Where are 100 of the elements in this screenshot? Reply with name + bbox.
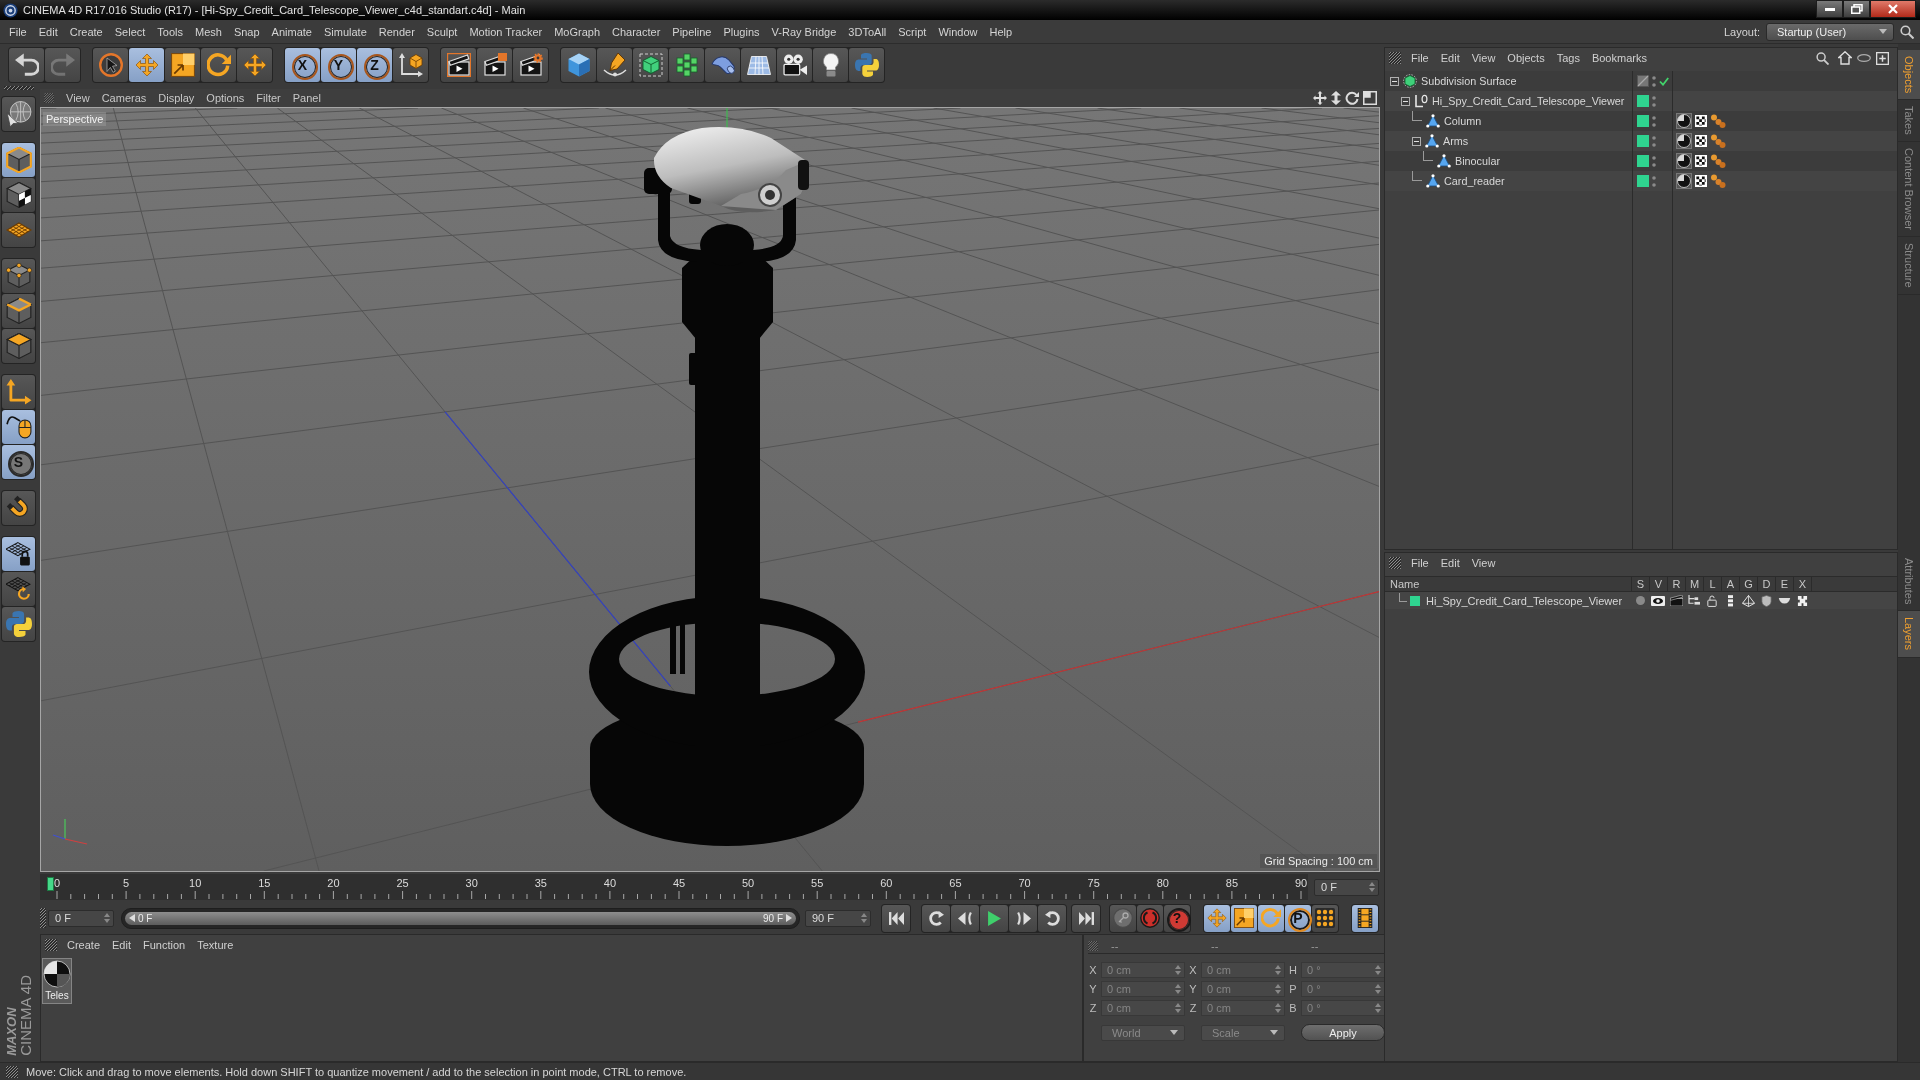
step-back-icon[interactable] xyxy=(957,911,973,925)
side-tab[interactable]: Layers xyxy=(1898,611,1920,658)
menu-item[interactable]: Plugins xyxy=(717,22,766,41)
material-sphere-icon[interactable] xyxy=(1676,113,1692,129)
timeline-ruler[interactable]: 0 5 10 15 20 25 30 35 40 45 50 55 60 65 70 75 80 85 90 xyxy=(40,874,1308,900)
menu-item[interactable]: Character xyxy=(606,22,667,41)
axis-button[interactable]: X xyxy=(285,48,320,82)
hierarchy-icon[interactable] xyxy=(1687,595,1701,606)
spinner-icon[interactable] xyxy=(1275,1003,1281,1013)
grip-icon[interactable] xyxy=(1088,940,1098,951)
spinner-icon[interactable] xyxy=(1175,1003,1181,1013)
transport-button[interactable] xyxy=(951,904,979,932)
visibility-dots-icon[interactable] xyxy=(1652,135,1656,147)
tree-row[interactable]: Column xyxy=(1385,111,1897,131)
menu-item[interactable]: Edit xyxy=(32,22,64,41)
padlock-icon[interactable] xyxy=(1707,594,1717,607)
oval-icon[interactable] xyxy=(1857,54,1871,62)
dot-icon[interactable] xyxy=(1635,596,1645,605)
step-forward-icon[interactable] xyxy=(1015,911,1031,925)
menu-item[interactable]: View xyxy=(1465,557,1502,569)
menu-item[interactable]: Sculpt xyxy=(420,22,464,41)
playhead-marker[interactable] xyxy=(47,877,54,891)
menu-item[interactable]: Edit xyxy=(1434,52,1466,64)
menu-item[interactable]: Help xyxy=(983,22,1019,41)
next-key-icon[interactable] xyxy=(1044,910,1060,926)
h-shape-icon[interactable] xyxy=(1796,594,1808,607)
tree-row[interactable]: Arms xyxy=(1385,131,1897,151)
column-header[interactable]: Name xyxy=(1385,578,1631,590)
menu-item[interactable]: File xyxy=(1405,557,1435,569)
menu-item[interactable]: Function xyxy=(137,939,192,951)
spinner-icon[interactable] xyxy=(1375,984,1381,994)
menu-item[interactable]: Create xyxy=(61,939,107,951)
column-header[interactable]: X xyxy=(1793,577,1811,591)
spheres-icon[interactable] xyxy=(1710,154,1726,168)
menu-item[interactable]: View xyxy=(60,92,96,104)
checker-icon[interactable] xyxy=(1695,175,1707,187)
menu-item[interactable]: Objects xyxy=(1501,52,1551,64)
column-header[interactable]: L xyxy=(1703,577,1721,591)
transport-button[interactable] xyxy=(1038,904,1066,932)
maximize-button[interactable] xyxy=(1843,0,1870,18)
menu-item[interactable]: Tools xyxy=(151,22,189,41)
menu-item[interactable]: Pipeline xyxy=(666,22,718,41)
spinner-icon[interactable] xyxy=(1275,984,1281,994)
grip-icon[interactable] xyxy=(1389,52,1401,64)
spinner-icon[interactable] xyxy=(861,913,867,923)
material-sphere-icon[interactable] xyxy=(1676,153,1692,169)
minimize-button[interactable] xyxy=(1816,0,1843,18)
play-icon[interactable] xyxy=(987,910,1001,926)
layer-color-icon[interactable] xyxy=(1637,95,1649,107)
menu-item[interactable]: Window xyxy=(932,22,984,41)
transport-button[interactable] xyxy=(882,904,910,932)
collapse-icon[interactable] xyxy=(1390,76,1399,86)
menu-item[interactable]: Filter xyxy=(250,92,287,104)
eye-icon[interactable] xyxy=(1651,595,1665,606)
pan-arrows-icon[interactable] xyxy=(1313,91,1327,105)
menu-item[interactable]: Animate xyxy=(265,22,318,41)
spheres-icon[interactable] xyxy=(1710,134,1726,148)
axis-button[interactable]: Y xyxy=(321,48,356,82)
column-header[interactable]: G xyxy=(1739,577,1757,591)
menu-item[interactable]: Edit xyxy=(1434,557,1466,569)
previous-key-icon[interactable] xyxy=(928,910,944,926)
right-arrow-icon[interactable] xyxy=(786,914,792,922)
spheres-icon[interactable] xyxy=(1710,114,1726,128)
tree-row[interactable]: Binocular xyxy=(1385,151,1897,171)
orbit-icon[interactable] xyxy=(1345,91,1359,105)
side-tab[interactable]: Structure xyxy=(1898,237,1920,295)
clapperboard-icon[interactable] xyxy=(1669,595,1683,606)
checker-icon[interactable] xyxy=(1695,135,1707,147)
search-icon[interactable] xyxy=(1816,51,1829,65)
grip-icon[interactable] xyxy=(45,939,57,951)
menu-item[interactable]: Create xyxy=(63,22,109,41)
spinner-icon[interactable] xyxy=(1375,1003,1381,1013)
menu-item[interactable]: Simulate xyxy=(317,22,373,41)
menu-item[interactable]: File xyxy=(1405,52,1435,64)
menu-item[interactable]: 3DToAll xyxy=(842,22,893,41)
menu-item[interactable]: Mesh xyxy=(189,22,228,41)
window-icon[interactable] xyxy=(1363,91,1377,105)
spinner-icon[interactable] xyxy=(1369,882,1375,892)
menu-item[interactable]: View xyxy=(1465,52,1502,64)
layout-dropdown[interactable]: Startup (User) xyxy=(1766,22,1894,41)
spheres-icon[interactable] xyxy=(1710,174,1726,188)
transport-button[interactable] xyxy=(980,904,1008,932)
column-header[interactable]: S xyxy=(1631,577,1649,591)
visibility-dots-icon[interactable] xyxy=(1652,175,1656,187)
menu-item[interactable]: Edit xyxy=(106,939,137,951)
add-panel-icon[interactable] xyxy=(1876,51,1889,65)
side-tab[interactable]: Takes xyxy=(1898,100,1920,143)
tree-row[interactable]: Hi_Spy_Credit_Card_Telescope_Viewer xyxy=(1385,91,1897,111)
menu-item[interactable]: MoGraph xyxy=(548,22,607,41)
grip-icon[interactable] xyxy=(1389,557,1401,569)
jump-start-icon[interactable] xyxy=(888,911,904,925)
menu-item[interactable]: Script xyxy=(892,22,933,41)
material-item[interactable]: Teles xyxy=(42,958,72,1004)
caret-icon[interactable] xyxy=(1170,1030,1178,1035)
shield-icon[interactable] xyxy=(1760,594,1772,607)
frame-field[interactable]: 0 F xyxy=(1314,878,1379,896)
frame-field[interactable]: 0 F xyxy=(48,909,114,927)
menu-item[interactable]: Render xyxy=(372,22,421,41)
column-header[interactable]: M xyxy=(1685,577,1703,591)
visibility-dots-icon[interactable] xyxy=(1652,155,1656,167)
